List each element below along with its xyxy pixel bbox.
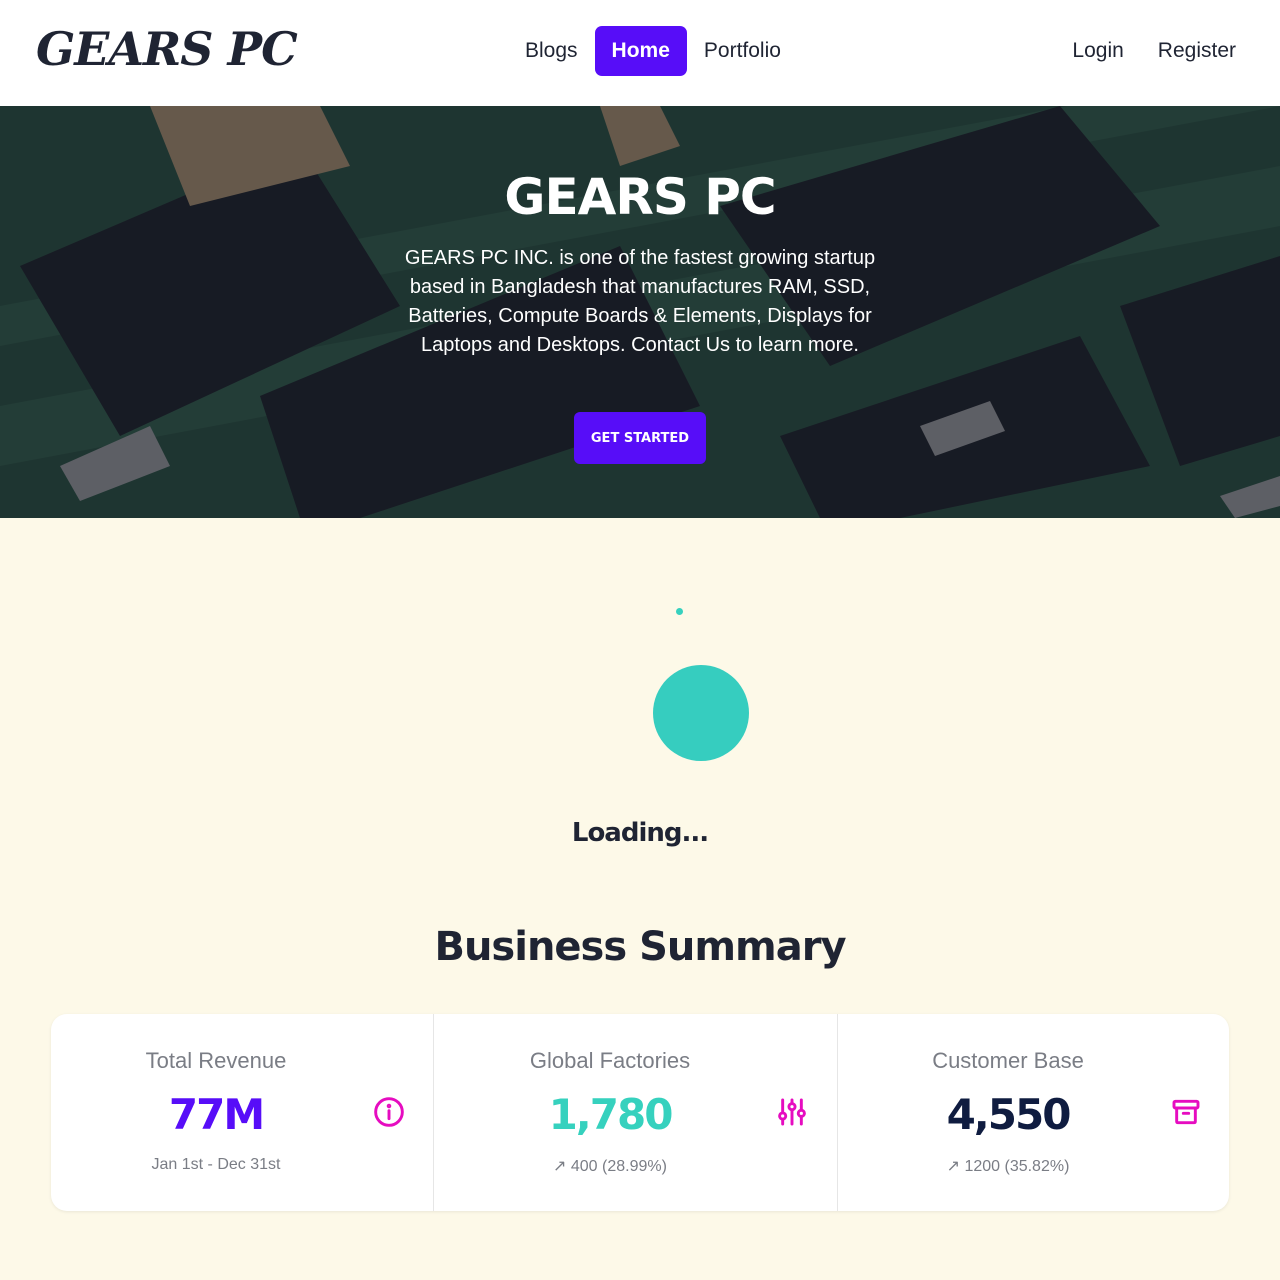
business-summary-title: Business Summary <box>434 924 846 970</box>
archive-icon <box>1172 1099 1200 1125</box>
nav-center-links: Blogs Home Portfolio <box>508 26 798 76</box>
stat-total-revenue: Total Revenue 77M Jan 1st - Dec 31st <box>51 1014 433 1211</box>
nav-link-portfolio[interactable]: Portfolio <box>687 26 798 76</box>
stats-panel: Total Revenue 77M Jan 1st - Dec 31st Glo… <box>51 1014 1229 1211</box>
stat-desc: Jan 1st - Dec 31st <box>151 1156 281 1173</box>
sliders-icon <box>778 1098 806 1126</box>
logo[interactable]: GEARS PC <box>36 22 298 76</box>
register-link[interactable]: Register <box>1141 26 1253 76</box>
loading-text: Loading... <box>571 818 709 848</box>
stat-title: Total Revenue <box>145 1048 287 1073</box>
nav-link-blogs[interactable]: Blogs <box>508 26 595 76</box>
loading-spinner <box>653 665 749 761</box>
hero-content: GEARS PC GEARS PC INC. is one of the fas… <box>0 106 1280 518</box>
hero-section: GEARS PC GEARS PC INC. is one of the fas… <box>0 106 1280 518</box>
login-link[interactable]: Login <box>1055 26 1140 76</box>
stat-desc: ↗︎ 400 (28.99%) <box>553 1158 667 1175</box>
stat-desc: ↗︎ 1200 (35.82%) <box>946 1158 1070 1175</box>
info-circle-icon <box>374 1097 404 1127</box>
stat-global-factories: Global Factories 1,780 ↗︎ 400 (28.99%) <box>433 1014 837 1211</box>
stat-value: 1,780 <box>548 1090 674 1139</box>
hero-description: GEARS PC INC. is one of the fastest grow… <box>404 247 876 356</box>
nav-auth-links: Login Register <box>1055 26 1253 76</box>
loading-dot-small <box>676 608 683 615</box>
stat-value: 4,550 <box>946 1090 1072 1139</box>
stat-title: Customer Base <box>932 1048 1084 1073</box>
get-started-button[interactable]: GET STARTED <box>574 412 706 464</box>
stat-title: Global Factories <box>529 1048 691 1073</box>
nav-link-home[interactable]: Home <box>594 26 687 76</box>
hero-title: GEARS PC <box>504 168 776 226</box>
stat-customer-base: Customer Base 4,550 ↗︎ 1200 (35.82%) <box>837 1014 1229 1211</box>
navbar: GEARS PC Blogs Home Portfolio Login Regi… <box>0 0 1280 106</box>
stat-value: 77M <box>168 1090 265 1139</box>
